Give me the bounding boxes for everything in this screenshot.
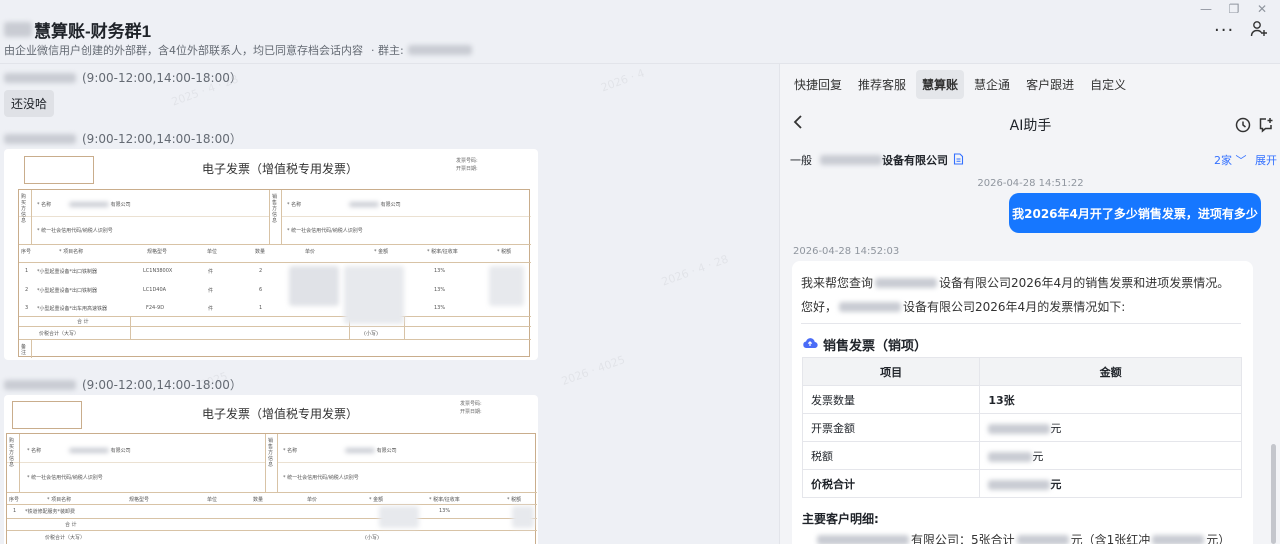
user-message-bubble[interactable]: 我2026年4月开了多少销售发票，进项有多少 bbox=[1009, 193, 1261, 233]
customer-detail-item: 有限公司：5张合计 元（含1张红冲 元） bbox=[817, 531, 1230, 544]
cloud-upload-icon bbox=[802, 336, 818, 354]
close-button[interactable]: ✕ bbox=[1254, 2, 1270, 16]
group-title: 慧算账-财务群1 bbox=[34, 22, 152, 41]
table-row: 税额 元 bbox=[801, 441, 1242, 470]
tab-customer-followup[interactable]: 客户跟进 bbox=[1020, 70, 1080, 99]
expand-link[interactable]: 展开 bbox=[1255, 152, 1277, 168]
tab-custom[interactable]: 自定义 bbox=[1084, 70, 1132, 99]
chat-header: 慧算账-财务群1 由企业微信用户创建的外部群，含4位外部联系人，均已同意存档会话… bbox=[0, 0, 1280, 64]
add-member-icon[interactable] bbox=[1250, 20, 1268, 42]
table-row: 开票金额 元 bbox=[801, 413, 1242, 442]
group-description: 由企业微信用户创建的外部群，含4位外部联系人，均已同意存档会话内容 bbox=[4, 44, 363, 57]
ai-assistant-title: AI助手 bbox=[1009, 118, 1052, 134]
invoice-meta: 发票号码: 开票日期: bbox=[460, 401, 482, 415]
restore-button[interactable]: ❐ bbox=[1226, 2, 1242, 16]
ai-response-line-2: 您好， 设备有限公司2026年4月的发票情况如下: bbox=[801, 300, 1126, 314]
blurred-sender bbox=[4, 133, 76, 144]
sender-hours: (9:00-12:00,14:00-18:00） bbox=[82, 378, 242, 392]
back-arrow-icon[interactable] bbox=[792, 114, 804, 135]
panel-tabs: 快捷回复 推荐客服 慧算账 慧企通 客户跟进 自定义 bbox=[780, 64, 1280, 104]
ai-message-time: 2026-04-28 14:52:03 bbox=[793, 246, 900, 257]
invoice-grid: 购买方信息 销售方信息 * 名称 有限公司 * 名称 有限公司 * 统一社会信用… bbox=[6, 433, 537, 544]
invoice-image[interactable]: 电子发票（增值税专用发票） 发票号码: 开票日期: 购买方信息 销售方信息 * 名… bbox=[4, 395, 538, 544]
history-clock-icon[interactable] bbox=[1235, 117, 1251, 137]
message-sender-line: (9:00-12:00,14:00-18:00） bbox=[4, 130, 242, 147]
new-chat-icon[interactable] bbox=[1258, 117, 1274, 137]
tab-huisuanzhang[interactable]: 慧算账 bbox=[916, 69, 965, 99]
message-bubble[interactable]: 还没哈 bbox=[4, 90, 55, 117]
table-header-item: 项目 bbox=[801, 357, 981, 386]
invoice-meta: 发票号码: 开票日期: bbox=[456, 158, 478, 172]
blurred-title-prefix bbox=[4, 22, 32, 37]
table-row: 发票数量 13张 bbox=[801, 385, 1242, 414]
company-prefix: 一般 bbox=[790, 154, 812, 167]
user-message-time: 2026-04-28 14:51:22 bbox=[977, 178, 1084, 189]
company-name: 设备有限公司 bbox=[882, 154, 948, 167]
tab-huiqitong[interactable]: 慧企通 bbox=[968, 70, 1016, 99]
table-header-amount: 金额 bbox=[979, 357, 1242, 386]
invoice-title: 电子发票（增值税专用发票） bbox=[202, 407, 359, 421]
tab-quick-reply[interactable]: 快捷回复 bbox=[788, 70, 848, 99]
divider bbox=[801, 323, 1241, 324]
ai-response-card[interactable]: 我来帮您查询 设备有限公司2026年4月的销售发票和进项发票情况。 您好， 设备… bbox=[792, 261, 1253, 544]
group-owner-label: · 群主: bbox=[371, 44, 404, 57]
message-sender-line: (9:00-12:00,14:00-18:00） bbox=[4, 69, 242, 86]
ai-assistant-header: AI助手 bbox=[780, 104, 1280, 146]
assistant-panel: 快捷回复 推荐客服 慧算账 慧企通 客户跟进 自定义 AI助手 一般 设备有限公… bbox=[779, 64, 1280, 544]
tab-recommended-service[interactable]: 推荐客服 bbox=[852, 70, 912, 99]
invoice-title: 电子发票（增值税专用发票） bbox=[202, 162, 359, 176]
message-sender-line: (9:00-12:00,14:00-18:00） bbox=[4, 376, 242, 393]
more-options-icon[interactable]: ··· bbox=[1214, 20, 1234, 41]
blurred-sender bbox=[4, 72, 76, 83]
sales-invoice-section-title: 销售发票（销项） bbox=[802, 335, 927, 354]
invoice-image[interactable]: 电子发票（增值税专用发票） 发票号码: 开票日期: 购买方信息 销售方信息 * 名… bbox=[4, 149, 538, 360]
chat-message-area[interactable]: 2025 · 4 · 28 2026 · 4 2026 · 4 · 28 202… bbox=[0, 64, 779, 544]
ai-response-line-1: 我来帮您查询 设备有限公司2026年4月的销售发票和进项发票情况。 bbox=[801, 276, 1230, 290]
company-selector[interactable]: 一般 设备有限公司 2家 ﹀ 展开 bbox=[790, 152, 1277, 168]
sender-hours: (9:00-12:00,14:00-18:00） bbox=[82, 71, 242, 85]
invoice-logo-box bbox=[24, 156, 94, 184]
minimize-button[interactable]: — bbox=[1198, 2, 1214, 16]
document-icon[interactable] bbox=[953, 152, 964, 168]
sales-invoice-table: 项目 金额 发票数量 13张 开票金额 元 税额 元 价税合计 元 bbox=[801, 357, 1242, 498]
blurred-sender bbox=[4, 379, 76, 390]
blurred-company bbox=[820, 155, 882, 165]
invoice-logo-box bbox=[12, 401, 82, 429]
panel-scrollbar[interactable] bbox=[1271, 444, 1276, 544]
company-count-dropdown[interactable]: 2家 ﹀ bbox=[1214, 152, 1247, 168]
table-row: 价税合计 元 bbox=[801, 469, 1242, 498]
customer-detail-title: 主要客户明细: bbox=[802, 512, 879, 526]
blurred-owner bbox=[407, 45, 472, 55]
invoice-grid: 购买方信息 销售方信息 * 名称 有限公司 * 名称 有限公司 * 统一社会信用… bbox=[18, 189, 531, 358]
group-subtitle: 由企业微信用户创建的外部群，含4位外部联系人，均已同意存档会话内容 · 群主: bbox=[4, 42, 472, 58]
title-row: 慧算账-财务群1 bbox=[4, 17, 151, 42]
sender-hours: (9:00-12:00,14:00-18:00） bbox=[82, 132, 242, 146]
